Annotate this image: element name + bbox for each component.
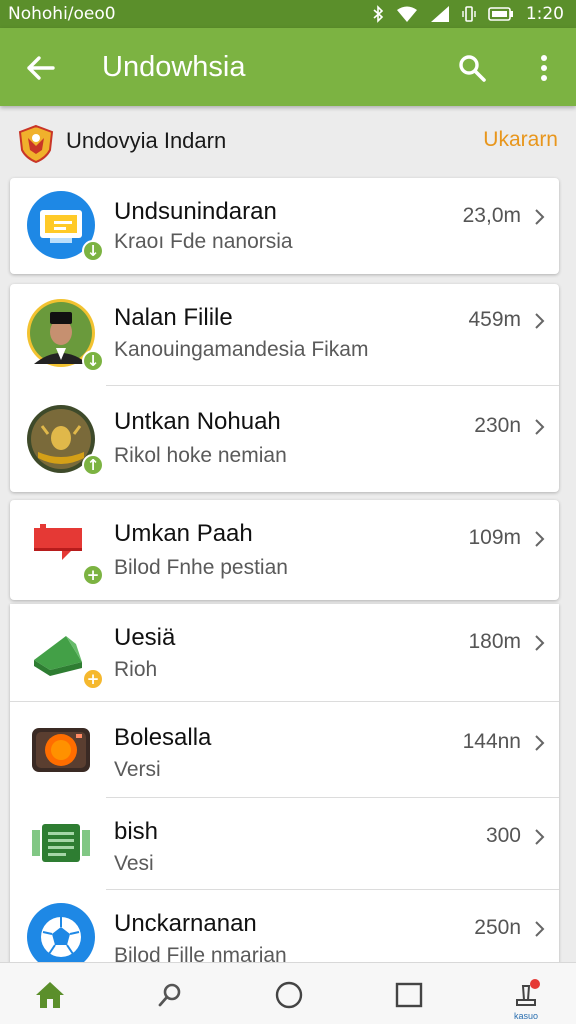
download-badge-icon: ↓: [82, 240, 104, 262]
status-bar: Nohohi/oeo0 1:20: [0, 0, 576, 28]
search-button[interactable]: [452, 48, 492, 88]
item-name: Untkan Nohuah: [114, 408, 281, 435]
item-size: 250n: [474, 916, 521, 939]
list-group: + Uesiä Rioh 180m Bolesalla Versi 144nn …: [10, 604, 559, 964]
add-badge-icon: +: [82, 564, 104, 586]
item-subtitle: Bilod Fille nmarian: [114, 944, 287, 964]
nav-recents-button[interactable]: [389, 975, 429, 1015]
bluetooth-icon: [372, 5, 384, 23]
chevron-right-icon: [535, 209, 545, 225]
more-vert-icon: [541, 55, 547, 81]
list-item[interactable]: ↓ Undsunindaran Kraoı Fde nanorsia 23,0m: [10, 178, 559, 274]
item-name: Uesiä: [114, 624, 176, 651]
app-icon-5: +: [26, 614, 104, 690]
list-item[interactable]: Unckarnanan Bilod Fille nmarian 250n: [10, 890, 559, 964]
bottom-navigation: kasuo: [0, 962, 576, 1024]
list-card: + Umkan Paah Bilod Fnhe pestian 109m: [10, 500, 559, 600]
item-size: 109m: [468, 526, 521, 549]
document-icon: [26, 808, 96, 878]
chevron-right-icon: [535, 313, 545, 329]
square-icon: [395, 982, 423, 1008]
nav-notifications-button[interactable]: [506, 975, 546, 1015]
chevron-right-icon: [535, 921, 545, 937]
download-badge-icon: ↓: [82, 350, 104, 372]
item-name: bish: [114, 818, 159, 845]
item-subtitle: Versi: [114, 758, 161, 781]
list-item[interactable]: bish Vesi 300: [10, 798, 559, 890]
list-item[interactable]: ↓ Nalan Filile Kanouingamandesia Fikam 4…: [10, 284, 559, 386]
list-item[interactable]: ↑ Untkan Nohuah Rikol hoke nemian 230n: [10, 386, 559, 492]
battery-icon: [488, 6, 514, 22]
item-size: 180m: [468, 630, 521, 653]
app-bar-title: Undowhsia: [102, 51, 246, 83]
back-button[interactable]: [20, 48, 60, 88]
item-name: Umkan Paah: [114, 520, 253, 547]
nav-label: kasuo: [513, 1011, 539, 1021]
item-subtitle: Bilod Fnhe pestian: [114, 556, 288, 579]
item-size: 230n: [474, 414, 521, 437]
chevron-right-icon: [535, 419, 545, 435]
list-item[interactable]: Bolesalla Versi 144nn: [10, 702, 559, 798]
item-subtitle: Kanouingamandesia Fikam: [114, 338, 369, 361]
item-name: Bolesalla: [114, 724, 212, 751]
item-subtitle: Rioh: [114, 658, 158, 681]
avatar: ↓: [26, 298, 104, 372]
more-options-button[interactable]: [524, 48, 564, 88]
search-icon: [158, 983, 181, 1007]
chevron-right-icon: [535, 829, 545, 845]
nav-home-button[interactable]: [30, 975, 70, 1015]
notification-icon: [516, 979, 540, 1006]
app-icon-1: ↓: [26, 190, 104, 262]
item-size: 459m: [468, 308, 521, 331]
camera-icon: [26, 714, 96, 784]
nav-home-circle-button[interactable]: [269, 975, 309, 1015]
home-icon: [36, 982, 64, 1008]
wifi-icon: [396, 6, 418, 22]
list-item[interactable]: + Umkan Paah Bilod Fnhe pestian 109m: [10, 500, 559, 600]
section-link[interactable]: Ukararn: [483, 128, 558, 152]
shield-logo-icon: [18, 124, 54, 164]
chevron-right-icon: [535, 531, 545, 547]
upload-badge-icon: ↑: [82, 454, 104, 476]
item-name: Undsunindaran: [114, 198, 277, 225]
item-subtitle: Vesi: [114, 852, 154, 875]
section-header: Undovyia Indarn Ukararn: [0, 106, 576, 176]
status-left-text: Nohohi/oeo0: [8, 4, 116, 24]
chevron-right-icon: [535, 635, 545, 651]
arrow-back-icon: [27, 56, 55, 80]
soccer-ball-icon: [26, 902, 96, 964]
circle-icon: [275, 981, 303, 1009]
signal-icon: [430, 5, 450, 23]
app-icon-4: +: [26, 512, 104, 586]
status-time: 1:20: [525, 4, 564, 24]
item-name: Unckarnanan: [114, 910, 257, 937]
add-badge-icon: +: [82, 668, 104, 690]
app-icon-3: ↑: [26, 404, 104, 476]
nav-search-button[interactable]: [150, 975, 190, 1015]
search-icon: [459, 55, 486, 82]
item-name: Nalan Filile: [114, 304, 233, 331]
section-title: Undovyia Indarn: [66, 128, 227, 153]
list-card: ↓ Nalan Filile Kanouingamandesia Fikam 4…: [10, 284, 559, 492]
item-subtitle: Kraoı Fde nanorsia: [114, 230, 293, 253]
item-size: 23,0m: [462, 204, 521, 227]
app-bar: Undowhsia: [0, 28, 576, 106]
item-size: 300: [485, 824, 521, 847]
item-size: 144nn: [462, 730, 521, 753]
chevron-right-icon: [535, 735, 545, 751]
status-icons: 1:20: [372, 4, 564, 24]
vibrate-icon: [462, 5, 476, 23]
item-subtitle: Rikol hoke nemian: [114, 444, 287, 467]
list-card: ↓ Undsunindaran Kraoı Fde nanorsia 23,0m: [10, 178, 559, 274]
list-item[interactable]: + Uesiä Rioh 180m: [10, 604, 559, 702]
